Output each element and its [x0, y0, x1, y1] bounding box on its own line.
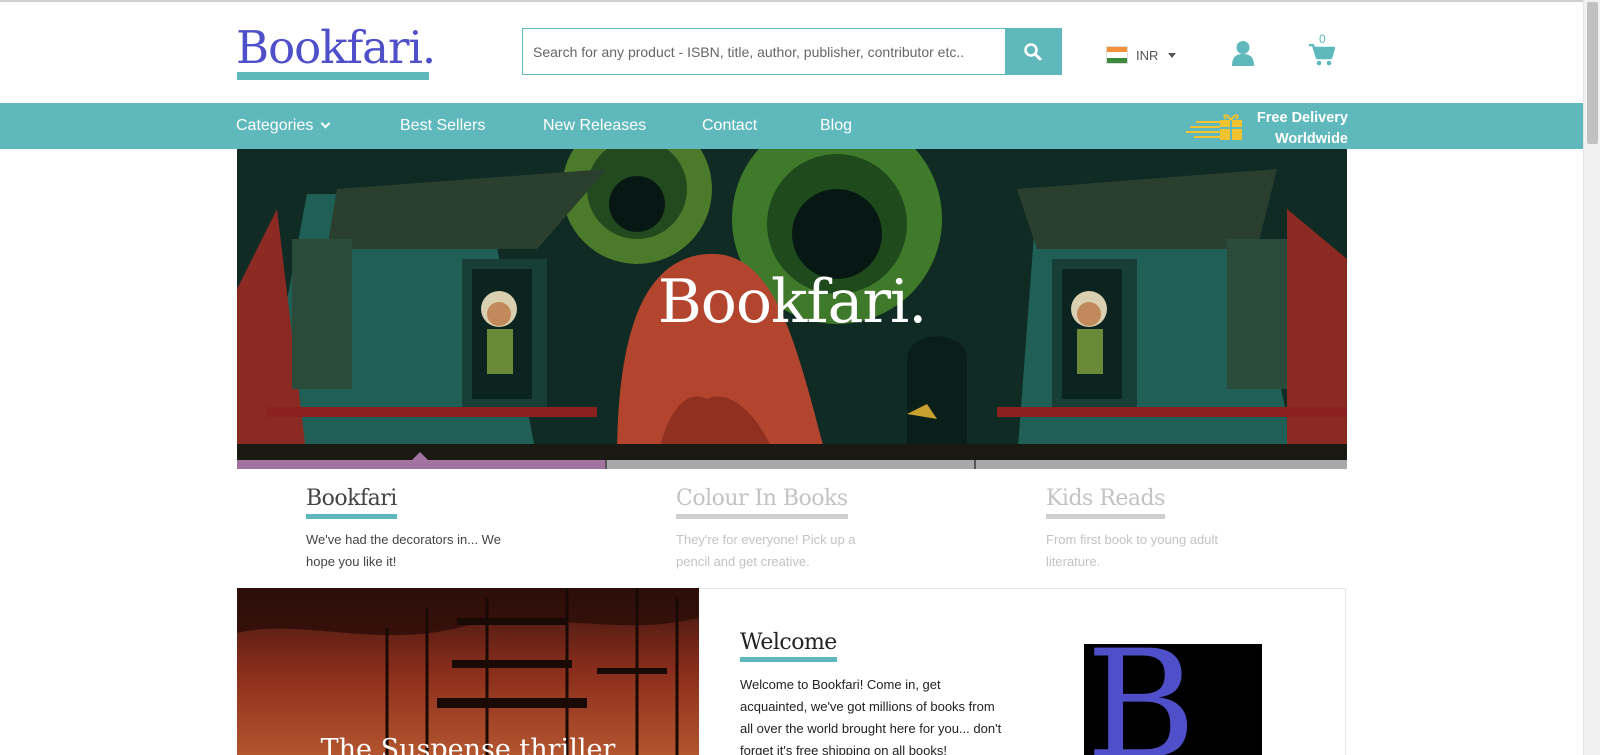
search-icon [1024, 42, 1042, 60]
nav-categories[interactable]: Categories [236, 103, 331, 149]
cart-button[interactable]: 0 [1309, 32, 1337, 68]
currency-code: INR [1136, 47, 1159, 63]
page-scrollbar[interactable] [1583, 0, 1600, 755]
currency-selector[interactable]: INR [1106, 44, 1177, 66]
search-bar [522, 28, 1062, 75]
slide-caption-colour-in-books[interactable]: Colour In Books They're for everyone! Pi… [676, 484, 926, 573]
nav-blog[interactable]: Blog [820, 103, 852, 149]
nav-label: Blog [820, 117, 853, 134]
hero-title: Bookfari. [657, 267, 928, 337]
slide-caption-kids-reads[interactable]: Kids Reads From first book to young adul… [1046, 484, 1296, 573]
nav-best-sellers[interactable]: Best Sellers [400, 103, 485, 149]
slide-caption-title: Colour In Books [676, 484, 848, 519]
slide-indicator-1[interactable] [237, 460, 605, 469]
bookfari-b-logo: B [1084, 644, 1262, 755]
user-icon [1232, 41, 1254, 66]
chevron-down-icon [320, 118, 331, 129]
slide-caption-description: They're for everyone! Pick up a pencil a… [676, 532, 856, 569]
cart-icon [1309, 44, 1335, 66]
nav-label: Contact [702, 117, 758, 134]
delivery-gift-icon [1186, 114, 1242, 140]
hero-banner[interactable]: Bookfari. [237, 149, 1347, 460]
slide-caption-title: Bookfari [306, 484, 397, 519]
search-input[interactable] [523, 29, 1007, 74]
active-slide-pointer [412, 452, 428, 460]
search-button[interactable] [1005, 28, 1061, 75]
slide-caption-bookfari[interactable]: Bookfari We've had the decorators in... … [306, 484, 556, 573]
logo-letter: B [1086, 644, 1197, 755]
slide-caption-description: From first book to young adult literatur… [1046, 532, 1218, 569]
india-flag-icon [1106, 46, 1128, 64]
caret-down-icon [1168, 52, 1177, 58]
logo-underline [237, 72, 429, 80]
slide-indicator-2[interactable] [607, 460, 974, 469]
welcome-title: Welcome [740, 629, 837, 662]
slider-progress [237, 460, 1347, 469]
welcome-section: Welcome Welcome to Bookfari! Come in, ge… [699, 588, 1346, 755]
scrollbar-thumb[interactable] [1587, 2, 1598, 144]
nav-label: Best Sellers [400, 117, 486, 134]
promo-image [237, 588, 699, 755]
main-nav: Categories Best Sellers New Releases Con… [0, 103, 1583, 149]
nav-new-releases[interactable]: New Releases [543, 103, 646, 149]
logo-text: Bookfari. [236, 21, 436, 74]
promo-banner[interactable]: The Suspense thriller [237, 588, 699, 755]
nav-label: Categories [236, 117, 314, 134]
slide-caption-description: We've had the decorators in... We hope y… [306, 532, 501, 569]
slide-caption-title: Kids Reads [1046, 484, 1165, 519]
free-delivery-badge: Free Delivery Worldwide [1186, 106, 1348, 148]
promo-title: The Suspense thriller [320, 734, 616, 755]
site-logo[interactable]: Bookfari. [236, 20, 436, 82]
nav-label: New Releases [543, 117, 647, 134]
free-delivery-line2: Worldwide [1274, 131, 1348, 147]
site-header: Bookfari. INR 0 [0, 2, 1583, 102]
free-delivery-line1: Free Delivery [1256, 110, 1348, 126]
nav-contact[interactable]: Contact [702, 103, 757, 149]
free-delivery-text: Free Delivery Worldwide [1257, 108, 1348, 150]
slide-indicator-3[interactable] [976, 460, 1347, 469]
welcome-text: Welcome to Bookfari! Come in, get acquai… [740, 677, 1002, 755]
account-button[interactable] [1232, 40, 1254, 66]
